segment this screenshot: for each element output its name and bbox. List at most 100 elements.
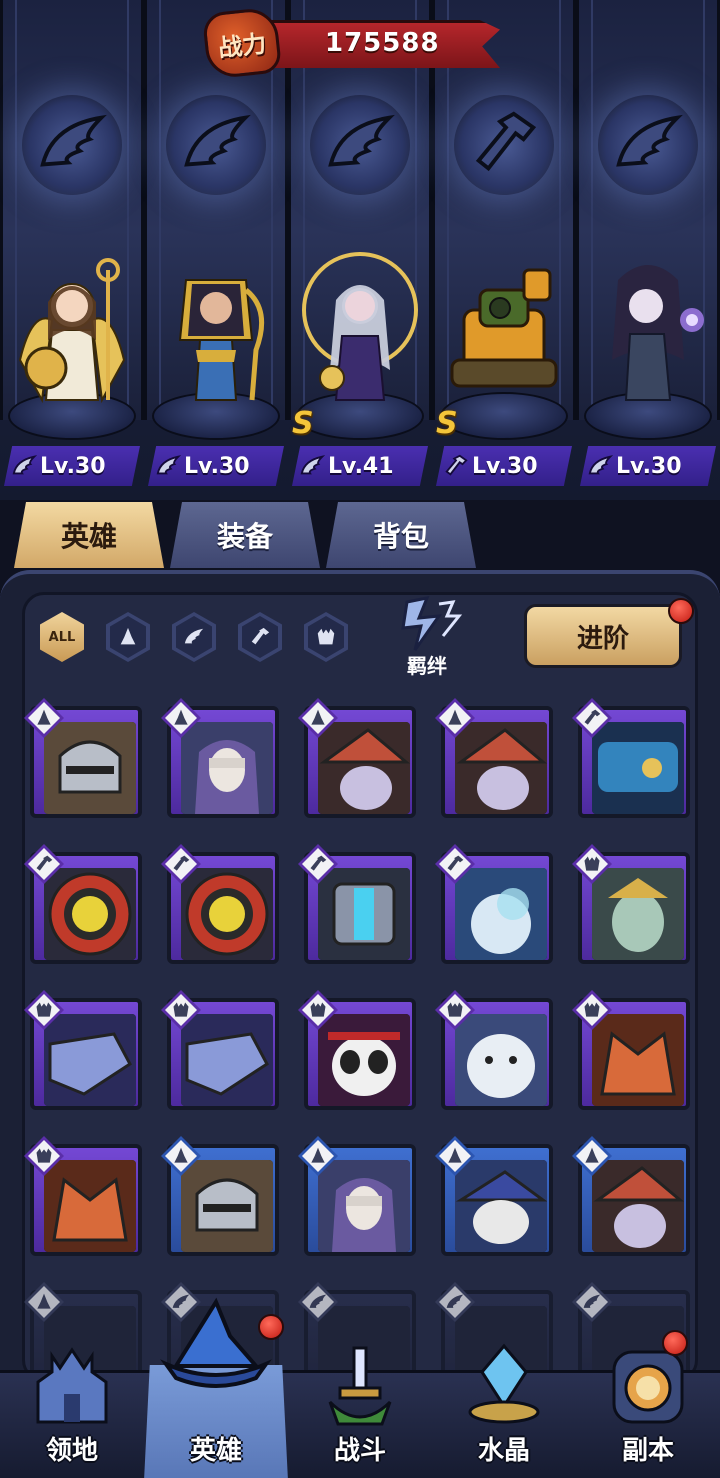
hero-level-tag: Lv.41	[292, 446, 428, 486]
hero-portrait	[318, 722, 410, 814]
lightning-icon	[401, 595, 463, 651]
hero-level-text: Lv.30	[616, 453, 682, 479]
hero-portrait	[44, 1014, 136, 1106]
wing-icon	[154, 452, 182, 480]
wing-icon	[184, 628, 204, 644]
hero-portrait	[455, 1160, 547, 1252]
hero-card[interactable]	[572, 698, 690, 818]
bond-button[interactable]: 羁绊	[382, 594, 472, 680]
hero-portrait	[181, 722, 273, 814]
combat-power-label: 战力	[201, 6, 283, 80]
tab-backpack[interactable]: 背包	[326, 502, 476, 568]
hero-portrait	[455, 1014, 547, 1106]
advance-button[interactable]: 进阶	[524, 604, 682, 668]
hero-portrait	[181, 1160, 273, 1252]
hero-portrait	[44, 1160, 136, 1252]
hero-portrait	[592, 868, 684, 960]
hero-level-text: Lv.30	[40, 453, 106, 479]
nav-battle-label: 战斗	[333, 1436, 386, 1466]
nav-dungeon-label: 副本	[621, 1436, 674, 1466]
hero-card[interactable]	[298, 844, 416, 964]
wrench-icon	[454, 95, 554, 195]
hero-figure-sorceress[interactable]	[588, 250, 708, 410]
notification-dot	[668, 598, 694, 624]
tab-bar: 英雄 装备 背包	[0, 498, 720, 578]
hero-card[interactable]	[298, 698, 416, 818]
beast-icon	[317, 628, 335, 645]
hero-level-tag: Lv.30	[436, 446, 572, 486]
hero-card[interactable]	[572, 1136, 690, 1256]
wing-icon	[298, 452, 326, 480]
hero-card[interactable]	[572, 844, 690, 964]
hero-card[interactable]	[435, 844, 553, 964]
hero-level-tag: Lv.30	[4, 446, 140, 486]
hero-portrait	[44, 722, 136, 814]
notification-dot	[662, 1330, 688, 1356]
hero-portrait	[592, 1160, 684, 1252]
hero-card[interactable]	[298, 1136, 416, 1256]
nav-heroes-label: 英雄	[189, 1436, 242, 1466]
nav-dungeon[interactable]: 副本	[576, 1333, 720, 1478]
hero-level-text: Lv.30	[184, 453, 250, 479]
hero-portrait	[181, 868, 273, 960]
hero-showcase: 战力 175588 S S Lv.30 Lv.30 Lv.41 Lv.30 Lv…	[0, 0, 720, 500]
filter-tower-button[interactable]	[106, 612, 150, 662]
hero-level-text: Lv.30	[472, 453, 538, 479]
hero-card[interactable]	[161, 698, 279, 818]
filter-all-button[interactable]: ALL	[40, 612, 84, 662]
hero-figure-pharaoh[interactable]	[156, 250, 276, 410]
bottom-nav: 领地 英雄 战斗 水晶 副本	[0, 1343, 720, 1478]
tab-heroes[interactable]: 英雄	[14, 502, 164, 568]
hero-portrait	[318, 868, 410, 960]
crystal-icon	[468, 1343, 540, 1424]
wing-icon	[598, 95, 698, 195]
hero-portrait	[455, 722, 547, 814]
wing-icon	[10, 452, 38, 480]
wing-icon	[586, 452, 614, 480]
hero-portrait	[592, 1014, 684, 1106]
star-badge: S	[436, 406, 458, 441]
nav-crystal-label: 水晶	[477, 1436, 530, 1466]
wrench-icon	[442, 452, 470, 480]
nav-territory[interactable]: 领地	[0, 1333, 144, 1478]
combat-power-value: 175588	[325, 28, 440, 58]
wing-icon	[166, 95, 266, 195]
hero-portrait	[455, 868, 547, 960]
filter-beast-button[interactable]	[304, 612, 348, 662]
hero-card[interactable]	[435, 698, 553, 818]
filter-wing-button[interactable]	[172, 612, 216, 662]
hero-figure-mech[interactable]	[444, 250, 564, 410]
hero-portrait	[318, 1014, 410, 1106]
hero-card[interactable]	[24, 1136, 142, 1256]
hero-card[interactable]	[435, 1136, 553, 1256]
hero-card[interactable]	[572, 990, 690, 1110]
wizard-hat-icon	[156, 1296, 276, 1396]
hero-card[interactable]	[435, 990, 553, 1110]
hero-card[interactable]	[161, 844, 279, 964]
combat-power-banner: 战力 175588	[201, 6, 505, 80]
hero-level-tag: Lv.30	[148, 446, 284, 486]
hero-figure-winged-goddess[interactable]	[12, 250, 132, 410]
hero-level-tag: Lv.30	[580, 446, 716, 486]
nav-crystal[interactable]: 水晶	[432, 1333, 576, 1478]
hero-portrait	[181, 1014, 273, 1106]
tab-equipment[interactable]: 装备	[170, 502, 320, 568]
filter-all-label: ALL	[48, 629, 76, 645]
hero-portrait	[44, 868, 136, 960]
star-badge: S	[292, 406, 314, 441]
hero-portrait	[592, 722, 684, 814]
hero-card[interactable]	[24, 990, 142, 1110]
bond-label: 羁绊	[407, 654, 447, 678]
hero-card[interactable]	[24, 844, 142, 964]
castle-icon	[36, 1347, 108, 1424]
hero-figure-time-mage[interactable]	[300, 250, 420, 410]
hero-card[interactable]	[298, 990, 416, 1110]
portal-icon	[612, 1350, 684, 1424]
tower-icon	[120, 627, 136, 645]
hero-card[interactable]	[161, 990, 279, 1110]
filter-wrench-button[interactable]	[238, 612, 282, 662]
hero-card[interactable]	[24, 698, 142, 818]
hero-card[interactable]	[161, 1136, 279, 1256]
nav-battle[interactable]: 战斗	[288, 1333, 432, 1478]
hero-level-text: Lv.41	[328, 453, 394, 479]
